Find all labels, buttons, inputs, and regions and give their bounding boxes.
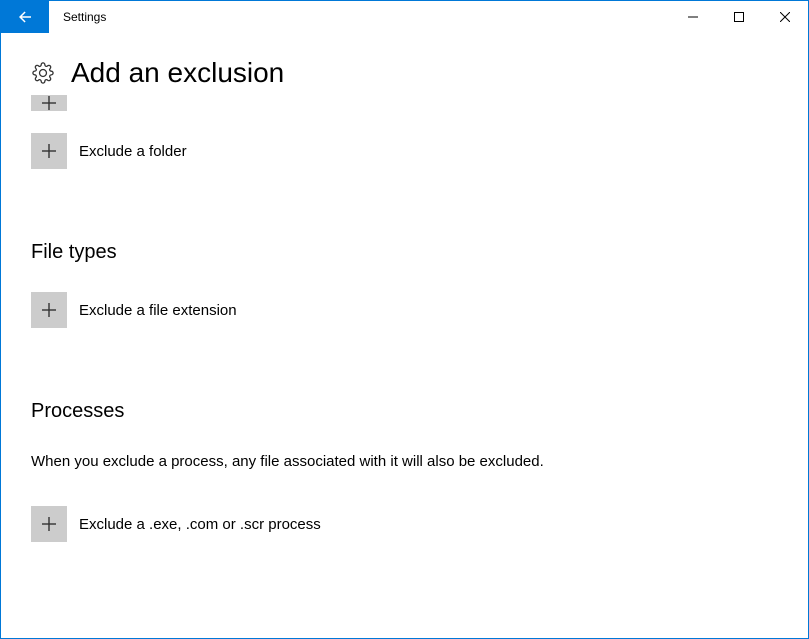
page-header: Add an exclusion (31, 57, 778, 89)
file-types-title: File types (31, 241, 778, 264)
exclude-folder-label: Exclude a folder (79, 143, 187, 160)
maximize-icon (734, 12, 744, 22)
app-title: Settings (49, 1, 670, 33)
window-controls (670, 1, 808, 33)
exclude-extension-row: Exclude a file extension (31, 292, 778, 328)
close-icon (780, 12, 790, 22)
close-button[interactable] (762, 1, 808, 33)
file-types-section: File types Exclude a file extension (31, 241, 778, 328)
maximize-button[interactable] (716, 1, 762, 33)
add-button-partial[interactable] (31, 95, 67, 111)
gear-icon (31, 61, 55, 85)
add-extension-button[interactable] (31, 292, 67, 328)
exclude-extension-label: Exclude a file extension (79, 302, 237, 319)
content-area: Add an exclusion Exclude a folder File t… (1, 57, 808, 542)
processes-description: When you exclude a process, any file ass… (31, 451, 551, 472)
add-folder-button[interactable] (31, 133, 67, 169)
arrow-left-icon (16, 8, 34, 26)
plus-icon (41, 516, 57, 532)
processes-title: Processes (31, 400, 778, 423)
minimize-icon (688, 12, 698, 22)
exclude-partial-row (31, 95, 778, 111)
plus-icon (41, 302, 57, 318)
page-title: Add an exclusion (71, 57, 284, 89)
exclude-process-row: Exclude a .exe, .com or .scr process (31, 506, 778, 542)
back-button[interactable] (1, 1, 49, 33)
exclude-process-label: Exclude a .exe, .com or .scr process (79, 516, 321, 533)
processes-section: Processes When you exclude a process, an… (31, 400, 778, 542)
plus-icon (41, 95, 57, 111)
exclude-folder-row: Exclude a folder (31, 133, 778, 169)
minimize-button[interactable] (670, 1, 716, 33)
add-process-button[interactable] (31, 506, 67, 542)
plus-icon (41, 143, 57, 159)
titlebar: Settings (1, 1, 808, 33)
